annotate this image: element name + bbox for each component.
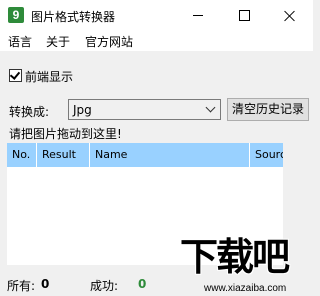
format-select-value: Jpg bbox=[73, 103, 92, 117]
drop-hint: 请把图片拖动到这里! bbox=[9, 127, 122, 141]
total-count: 0 bbox=[41, 277, 50, 291]
column-header-name[interactable]: Name bbox=[90, 143, 250, 167]
minimize-button[interactable] bbox=[175, 0, 221, 31]
success-label: 成功: bbox=[90, 279, 119, 293]
title-bar: 9 图片格式转换器 bbox=[0, 0, 313, 31]
column-header-result[interactable]: Result bbox=[37, 143, 90, 167]
close-button[interactable] bbox=[267, 0, 313, 31]
list-header: No. Result Name Sourc bbox=[7, 143, 283, 167]
watermark-text: 下载吧 bbox=[180, 235, 290, 279]
topmost-label[interactable]: 前端显示 bbox=[25, 68, 73, 85]
column-header-source[interactable]: Sourc bbox=[250, 143, 283, 167]
menu-language[interactable]: 语言 bbox=[8, 33, 32, 50]
topmost-checkbox[interactable] bbox=[9, 69, 22, 82]
minimize-icon bbox=[193, 15, 203, 16]
menu-about[interactable]: 关于 bbox=[46, 33, 70, 50]
maximize-button[interactable] bbox=[221, 0, 267, 31]
window-title: 图片格式转换器 bbox=[31, 10, 116, 24]
watermark-url: www.xiazaiba.com bbox=[204, 283, 287, 294]
chevron-down-icon bbox=[205, 102, 216, 113]
close-icon bbox=[284, 10, 296, 22]
check-mark-icon bbox=[9, 69, 21, 80]
total-label: 所有: bbox=[7, 279, 36, 293]
column-header-no[interactable]: No. bbox=[7, 143, 37, 167]
maximize-icon bbox=[238, 10, 250, 21]
app-icon: 9 bbox=[8, 7, 24, 23]
format-select[interactable]: Jpg bbox=[68, 99, 221, 120]
menu-bar: 语言 关于 官方网站 bbox=[0, 31, 313, 51]
watermark-logo: 下载吧 www.xiazaiba.com bbox=[180, 236, 313, 296]
convert-to-label: 转换成: bbox=[9, 105, 50, 119]
menu-official-site[interactable]: 官方网站 bbox=[85, 33, 133, 50]
success-count: 0 bbox=[138, 277, 147, 291]
clear-history-button[interactable]: 清空历史记录 bbox=[227, 98, 309, 121]
